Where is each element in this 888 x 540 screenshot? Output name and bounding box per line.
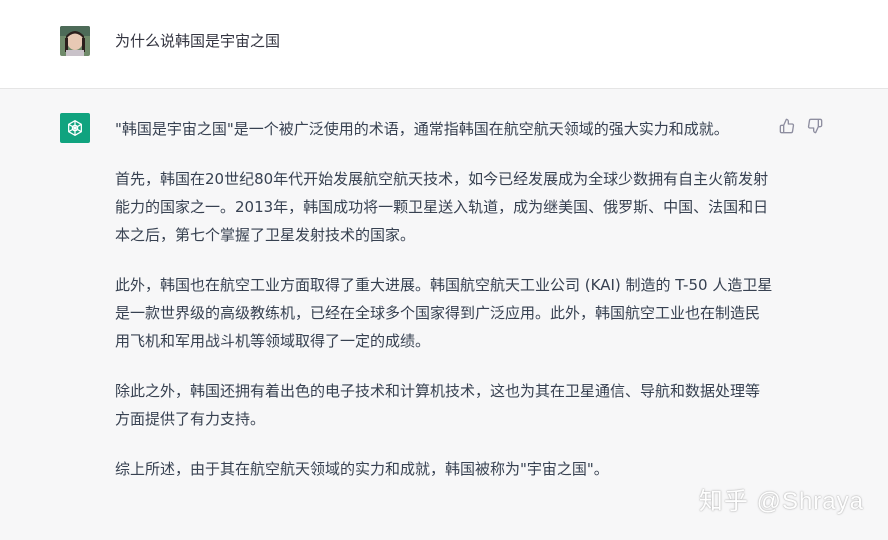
openai-logo-icon bbox=[60, 113, 90, 143]
feedback-buttons bbox=[778, 117, 824, 135]
assistant-message-text: "韩国是宇宙之国"是一个被广泛使用的术语，通常指韩国在航空航天领域的强大实力和成… bbox=[115, 115, 773, 505]
answer-paragraph: 除此之外，韩国还拥有着出色的电子技术和计算机技术，这也为其在卫星通信、导航和数据… bbox=[115, 382, 761, 428]
user-message-row: 为什么说韩国是宇宙之国 bbox=[0, 0, 888, 89]
answer-paragraph: "韩国是宇宙之国"是一个被广泛使用的术语，通常指韩国在航空航天领域的强大实力和成… bbox=[115, 120, 729, 138]
answer-paragraph: 首先，韩国在20世纪80年代开始发展航空航天技术，如今已经发展成为全球少数拥有自… bbox=[115, 170, 769, 244]
chat-page: 为什么说韩国是宇宙之国 "韩国是宇宙之国"是一个被广泛使用的术语，通常指韩国在航… bbox=[0, 0, 888, 540]
assistant-message-row: "韩国是宇宙之国"是一个被广泛使用的术语，通常指韩国在航空航天领域的强大实力和成… bbox=[0, 89, 888, 540]
thumbs-up-icon[interactable] bbox=[778, 117, 796, 135]
answer-paragraph: 综上所述，由于其在航空航天领域的实力和成就，韩国被称为"宇宙之国"。 bbox=[115, 460, 609, 478]
user-avatar bbox=[60, 26, 90, 56]
zhihu-watermark: 知乎 @Shraya bbox=[698, 488, 864, 515]
user-message-text: 为什么说韩国是宇宙之国 bbox=[115, 32, 281, 50]
user-avatar-image bbox=[60, 26, 90, 56]
thumbs-down-icon[interactable] bbox=[806, 117, 824, 135]
answer-paragraph: 此外，韩国也在航空工业方面取得了重大进展。韩国航空航天工业公司 (KAI) 制造… bbox=[115, 276, 773, 350]
